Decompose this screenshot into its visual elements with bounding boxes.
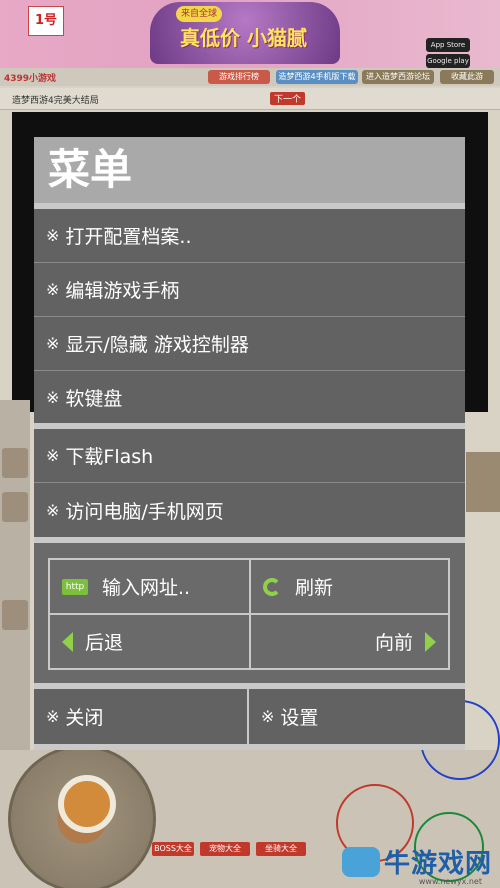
- settings-label: 设置: [280, 707, 319, 729]
- menu-item-soft-keyboard[interactable]: ※ 软键盘: [34, 371, 465, 423]
- google-play-badge[interactable]: Google play: [426, 54, 470, 68]
- back-button[interactable]: 后退: [50, 615, 249, 668]
- menu-item-toggle-controller[interactable]: ※ 显示/隐藏 游戏控制器: [34, 317, 465, 371]
- refresh-button[interactable]: 刷新: [251, 560, 448, 613]
- http-icon: http: [62, 578, 88, 595]
- forward-button[interactable]: 向前: [251, 615, 448, 668]
- bullet-mark-icon: ※: [46, 226, 60, 245]
- refresh-icon: [263, 577, 281, 596]
- bullet-mark-icon: ※: [261, 707, 275, 726]
- menu-item-label: 编辑游戏手柄: [65, 280, 180, 302]
- arrow-right-icon: [425, 631, 436, 652]
- nav-ranking-button[interactable]: 游戏排行榜: [208, 70, 270, 84]
- close-label: 关闭: [65, 707, 104, 729]
- next-game-button[interactable]: 下一个: [270, 92, 306, 105]
- bullet-mark-icon: ※: [46, 707, 60, 726]
- back-label: 后退: [85, 632, 124, 654]
- site-navbar: 4399小游戏 游戏排行榜 造梦西游4手机版下载 进入造梦西游论坛 收藏此游: [0, 68, 500, 86]
- enter-url-button[interactable]: http 输入网址..: [50, 560, 249, 613]
- bullet-mark-icon: ※: [46, 446, 60, 465]
- enter-url-label: 输入网址..: [102, 577, 191, 599]
- close-button[interactable]: ※ 关闭: [34, 689, 247, 744]
- ad-tag: 来自全球: [176, 6, 222, 22]
- pet-list-button[interactable]: 宠物大全: [200, 842, 250, 856]
- watermark-url: www.newyx.net: [418, 877, 482, 886]
- mount-list-button[interactable]: 坐骑大全: [256, 842, 306, 856]
- refresh-label: 刷新: [295, 577, 334, 599]
- menu-item-label: 打开配置档案..: [65, 226, 192, 248]
- ad-logo: 1号: [28, 6, 64, 36]
- ad-banner[interactable]: 1号 来自全球 真低价 小猫腻 App Store Google play: [0, 0, 500, 68]
- nav-download-button[interactable]: 造梦西游4手机版下载: [276, 70, 358, 84]
- ad-title: 真低价 小猫腻: [180, 26, 307, 50]
- cow-logo-icon: [341, 846, 380, 877]
- menu-item-label: 软键盘: [65, 387, 123, 410]
- arrow-left-icon: [62, 631, 73, 652]
- bullet-mark-icon: ※: [46, 334, 60, 353]
- left-sidebar: [0, 400, 30, 760]
- bullet-mark-icon: ※: [46, 280, 60, 299]
- boss-list-button[interactable]: BOSS大全: [152, 842, 194, 856]
- menu-divider: [34, 537, 465, 543]
- watermark-text: 牛游戏网: [383, 849, 492, 879]
- menu-item-visit-webpage[interactable]: ※ 访问电脑/手机网页: [34, 483, 465, 537]
- menu-item-label: 显示/隐藏 游戏控制器: [65, 334, 249, 356]
- game-title: 造梦西游4完美大结局: [12, 96, 99, 106]
- joystick-knob-icon[interactable]: [58, 775, 116, 833]
- sidebar-thumbnail[interactable]: [2, 448, 28, 478]
- browser-nav-grid: http 输入网址.. 刷新 后退 向前: [48, 558, 450, 670]
- menu-item-edit-gamepad[interactable]: ※ 编辑游戏手柄: [34, 263, 465, 317]
- menu-item-label: 访问电脑/手机网页: [65, 500, 224, 523]
- menu-dialog: 菜单 ※ 打开配置档案.. ※ 编辑游戏手柄 ※ 显示/隐藏 游戏控制器 ※ 软…: [34, 137, 465, 750]
- app-store-badge[interactable]: App Store: [426, 38, 470, 52]
- nav-favorite-button[interactable]: 收藏此游: [440, 70, 494, 84]
- menu-item-open-profile[interactable]: ※ 打开配置档案..: [34, 209, 465, 263]
- bullet-mark-icon: ※: [46, 500, 60, 520]
- settings-button[interactable]: ※ 设置: [249, 689, 465, 744]
- sidebar-thumbnail[interactable]: [2, 600, 28, 630]
- watermark: 牛游戏网: [341, 843, 492, 880]
- forward-label: 向前: [374, 632, 413, 654]
- menu-item-download-flash[interactable]: ※ 下载Flash: [34, 429, 465, 483]
- sidebar-thumbnail[interactable]: [2, 492, 28, 522]
- menu-divider: [34, 744, 465, 750]
- game-subbar: 造梦西游4完美大结局 下一个: [0, 88, 500, 110]
- bullet-mark-icon: ※: [46, 387, 60, 407]
- right-thumbnail[interactable]: [466, 452, 500, 512]
- menu-title: 菜单: [34, 137, 465, 203]
- nav-forum-button[interactable]: 进入造梦西游论坛: [362, 70, 434, 84]
- menu-item-label: 下载Flash: [65, 446, 154, 468]
- site-logo[interactable]: 4399小游戏: [4, 71, 56, 84]
